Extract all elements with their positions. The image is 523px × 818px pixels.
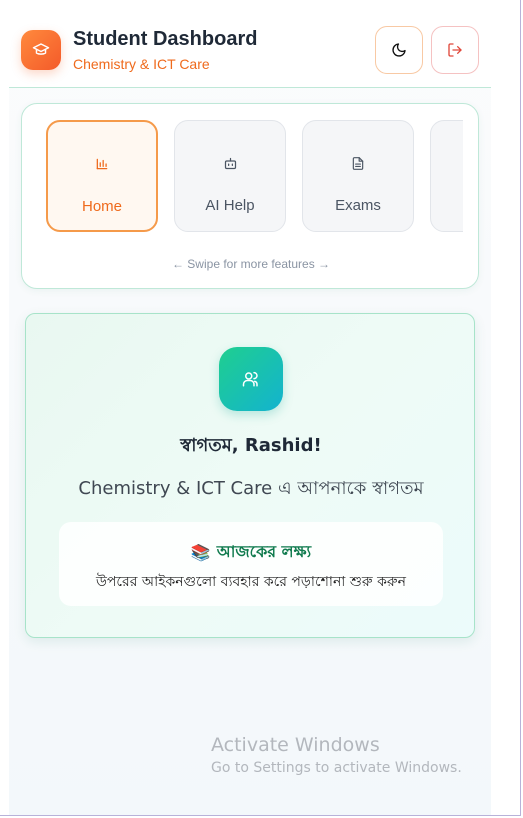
swipe-hint: ← Swipe for more features → [171, 257, 331, 271]
page-title: Student Dashboard [73, 28, 258, 50]
daily-goal-box: 📚 আজকের লক্ষ্য উপরের আইকনগুলো ব্যবহার কর… [59, 522, 443, 606]
logout-icon [448, 43, 462, 57]
tile-partial[interactable] [430, 120, 463, 232]
goal-text: উপরের আইকনগুলো ব্যবহার করে পড়াশোনা শুরু… [96, 574, 406, 590]
goal-title-text: আজকের লক্ষ্য [216, 542, 312, 561]
page-subtitle: Chemistry & ICT Care [73, 56, 210, 72]
document-icon [351, 155, 365, 171]
feature-card: Home AI Help Exams ← Swipe for more feat… [21, 103, 479, 289]
tile-ai-help[interactable]: AI Help [174, 120, 286, 232]
tile-label: Home [81, 198, 122, 215]
welcome-subtitle: Chemistry & ICT Care এ আপনাকে স্বাগতম [78, 478, 424, 499]
welcome-title: স্বাগতম, Rashid! [180, 435, 322, 456]
welcome-card: স্বাগতম, Rashid! Chemistry & ICT Care এ … [25, 313, 475, 638]
logout-button[interactable] [431, 26, 479, 74]
tile-label: AI Help [205, 197, 255, 214]
activate-windows-title: Activate Windows [211, 734, 380, 756]
tile-label: Exams [335, 197, 381, 214]
dashboard-app: Student Dashboard Chemistry & ICT Care H… [9, 0, 491, 815]
feature-scroller[interactable]: Home AI Help Exams [46, 120, 463, 234]
tile-home[interactable]: Home [46, 120, 158, 232]
header: Student Dashboard Chemistry & ICT Care [9, 0, 491, 88]
theme-toggle-button[interactable] [375, 26, 423, 74]
robot-icon [223, 155, 238, 171]
browser-viewport: Student Dashboard Chemistry & ICT Care H… [0, 0, 521, 816]
graduation-cap-icon [21, 30, 61, 70]
goal-title: 📚 আজকের লক্ষ্য [59, 539, 443, 566]
tile-exams[interactable]: Exams [302, 120, 414, 232]
moon-icon [392, 43, 406, 57]
bar-chart-icon [95, 156, 109, 172]
users-icon [219, 347, 283, 411]
activate-windows-subtitle: Go to Settings to activate Windows. [211, 760, 462, 776]
books-icon: 📚 [190, 543, 211, 562]
